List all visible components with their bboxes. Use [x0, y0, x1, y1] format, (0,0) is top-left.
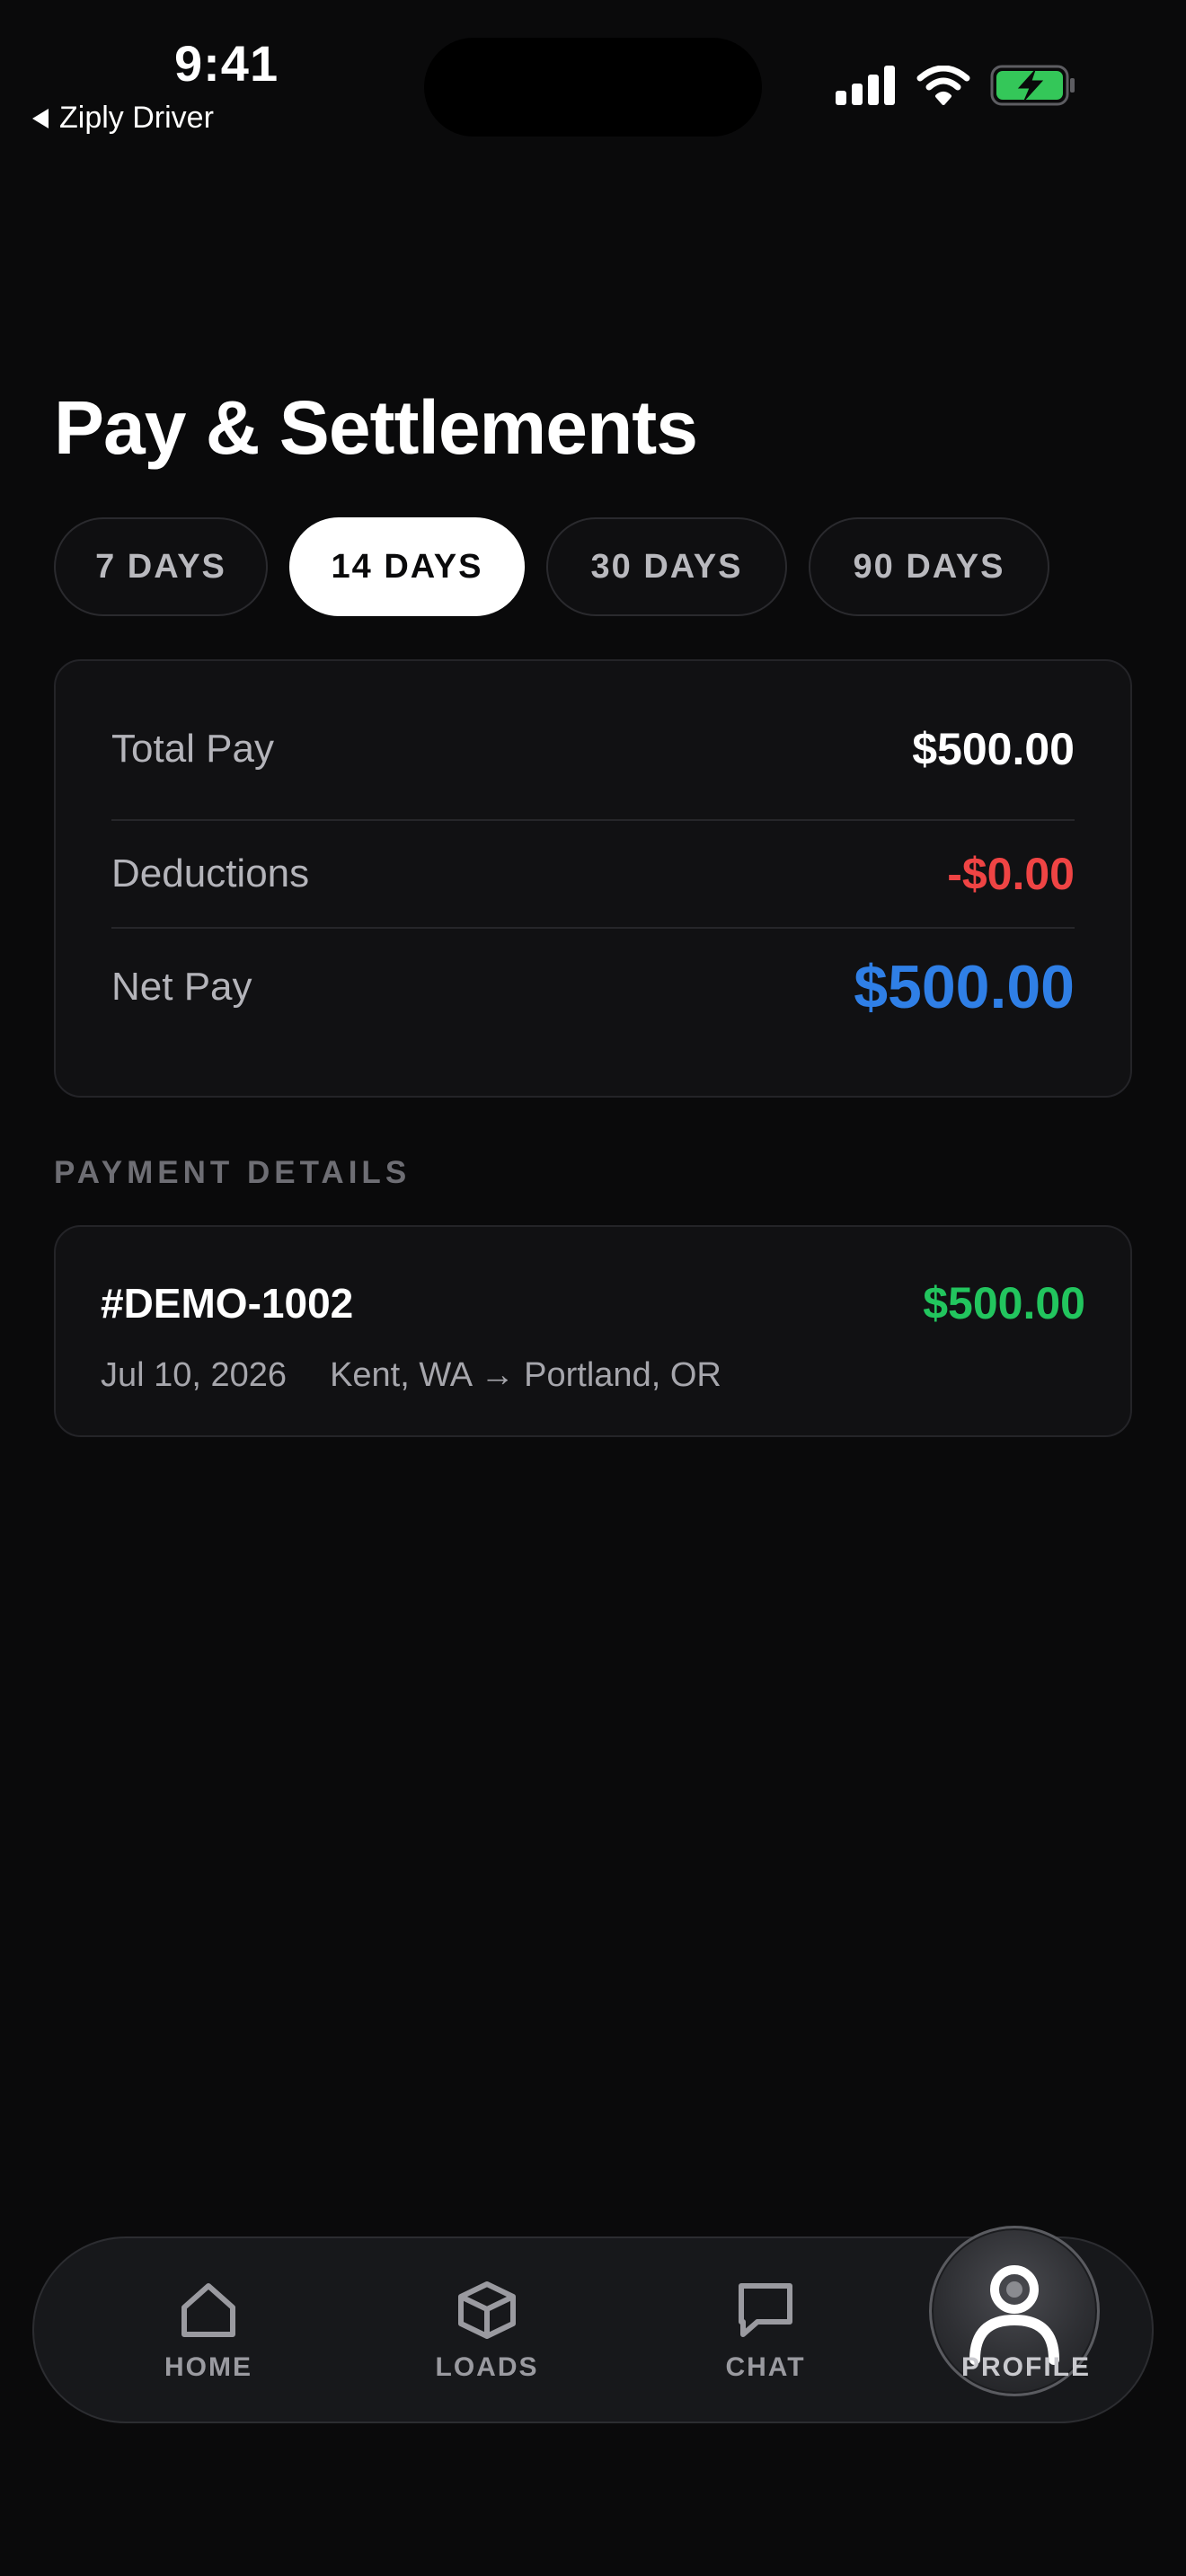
date-range-filter: 7 DAYS 14 DAYS 30 DAYS 90 DAYS — [54, 517, 1049, 616]
net-pay-label: Net Pay — [111, 965, 252, 1009]
payment-details-header: PAYMENT DETAILS — [54, 1155, 412, 1190]
back-triangle-icon — [32, 108, 49, 128]
signal-icon — [836, 66, 895, 105]
dynamic-island — [424, 38, 762, 137]
tab-loads[interactable]: LOADS — [399, 2238, 575, 2425]
box-icon — [458, 2281, 516, 2339]
home-icon — [181, 2283, 235, 2337]
tab-chat[interactable]: CHAT — [677, 2238, 854, 2425]
payment-id: #DEMO-1002 — [101, 1280, 354, 1327]
total-pay-value: $500.00 — [912, 724, 1075, 774]
payment-amount: $500.00 — [923, 1278, 1085, 1328]
back-app-label: Ziply Driver — [59, 101, 214, 135]
filter-chip-30-days[interactable]: 30 DAYS — [546, 517, 787, 616]
tab-loads-label: LOADS — [435, 2352, 539, 2382]
status-icons — [836, 65, 1076, 106]
payment-meta: Jul 10, 2026 Kent, WA → Portland, OR — [101, 1356, 1085, 1395]
page-title: Pay & Settlements — [54, 385, 698, 470]
wifi-icon — [916, 66, 970, 105]
total-pay-row: Total Pay $500.00 — [111, 661, 1075, 821]
total-pay-label: Total Pay — [111, 727, 274, 771]
tab-profile-label: PROFILE — [960, 2352, 1091, 2382]
net-pay-row: Net Pay $500.00 — [111, 929, 1075, 1045]
status-time: 9:41 — [174, 35, 279, 92]
payment-route: Kent, WA → Portland, OR — [330, 1356, 721, 1394]
tab-chat-label: CHAT — [725, 2352, 806, 2382]
deductions-row: Deductions -$0.00 — [111, 821, 1075, 929]
payment-item-card[interactable]: #DEMO-1002 $500.00 Jul 10, 2026 Kent, WA… — [54, 1225, 1132, 1437]
filter-chip-90-days[interactable]: 90 DAYS — [809, 517, 1049, 616]
payment-item-top: #DEMO-1002 $500.00 — [101, 1277, 1085, 1329]
deductions-value: -$0.00 — [947, 849, 1075, 899]
chat-icon — [739, 2283, 792, 2337]
net-pay-value: $500.00 — [854, 953, 1075, 1021]
pay-summary-card: Total Pay $500.00 Deductions -$0.00 Net … — [54, 659, 1132, 1098]
status-bar: 9:41 Ziply Driver — [0, 0, 1186, 153]
tab-home[interactable]: HOME — [120, 2238, 296, 2425]
battery-charging-icon — [990, 65, 1075, 106]
user-icon — [969, 2265, 1059, 2365]
filter-chip-7-days[interactable]: 7 DAYS — [54, 517, 268, 616]
filter-chip-14-days[interactable]: 14 DAYS — [289, 517, 525, 616]
payment-date: Jul 10, 2026 — [101, 1356, 288, 1394]
back-to-app-button[interactable]: Ziply Driver — [32, 101, 214, 136]
tab-home-label: HOME — [164, 2352, 252, 2382]
deductions-label: Deductions — [111, 851, 310, 895]
